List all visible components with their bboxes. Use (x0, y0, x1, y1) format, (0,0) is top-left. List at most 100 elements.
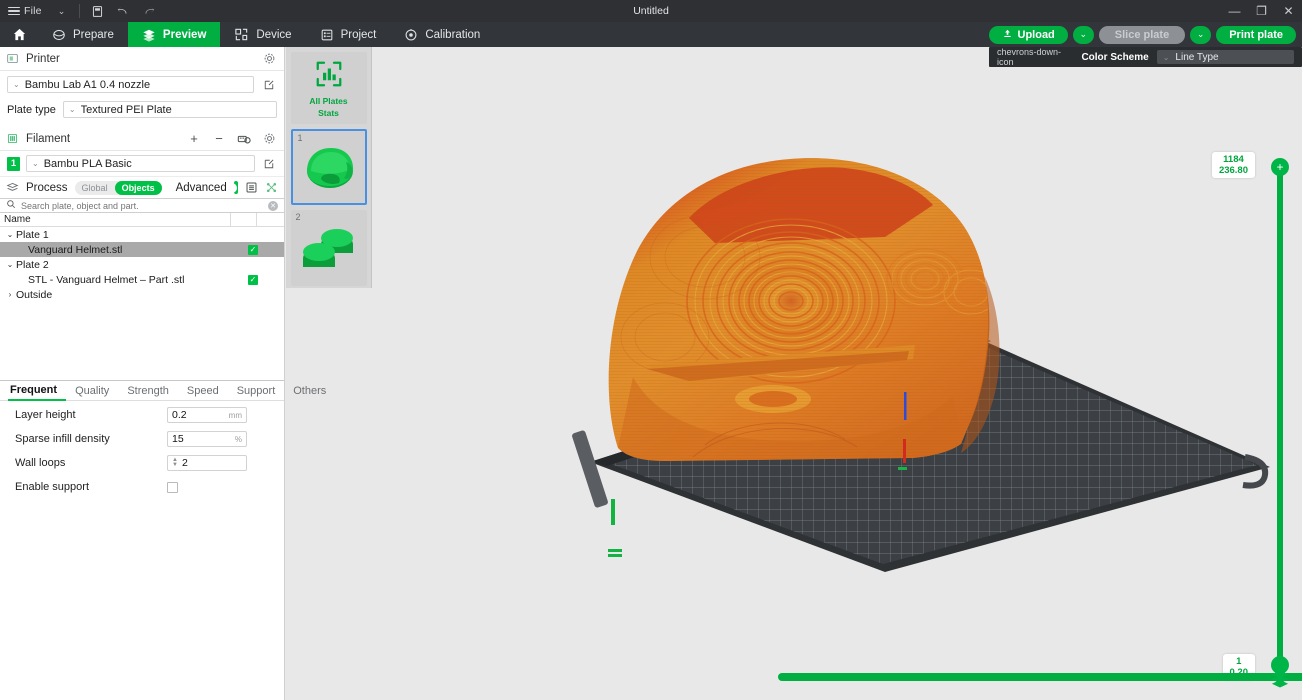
filament-preset-select[interactable]: ⌄ Bambu PLA Basic (26, 155, 255, 172)
main-navigation: Prepare Preview Device Project (0, 22, 1302, 47)
process-scope-toggle[interactable]: Global Objects (75, 181, 162, 195)
printer-edit-icon[interactable] (261, 79, 277, 91)
top-layer-number: 1184 (1219, 154, 1248, 165)
enable-support-checkbox[interactable] (167, 482, 178, 493)
twisty-icon[interactable]: ⌄ (4, 230, 16, 239)
prepare-icon (52, 28, 66, 42)
plate-thumbnail-2[interactable]: 2 (291, 210, 367, 286)
clear-circle-icon[interactable]: ✕ (268, 201, 278, 211)
parts-thumbnail (291, 210, 363, 282)
advanced-toggle[interactable] (234, 181, 238, 194)
plate-type-label: Plate type (7, 104, 56, 116)
slice-dropdown-button[interactable]: ⌄ (1073, 26, 1094, 44)
row-visible-checkbox[interactable]: ✓ (248, 245, 258, 255)
add-filament-button[interactable]: + (185, 130, 203, 148)
tab-preview[interactable]: Preview (128, 22, 220, 47)
ams-sync-icon[interactable] (235, 130, 253, 148)
object-search-row[interactable]: ✕ (0, 198, 284, 213)
chevrons-down-icon[interactable]: chevrons-down-icon (997, 47, 1073, 67)
tab-calibration[interactable]: Calibration (390, 22, 494, 47)
plate-type-value: Textured PEI Plate (81, 104, 172, 116)
tab-prepare[interactable]: Prepare (38, 22, 128, 47)
twisty-icon[interactable]: ⌄ (4, 260, 16, 269)
new-document-icon[interactable] (84, 0, 110, 22)
tab-device-label: Device (256, 29, 291, 41)
all-plates-stats-button[interactable]: All Plates Stats (291, 52, 367, 124)
filament-slot-number[interactable]: 1 (7, 157, 20, 171)
plate-origin-marker (608, 499, 622, 557)
search-input[interactable] (21, 201, 263, 211)
plate-thumbnail-1[interactable]: 1 (291, 129, 367, 205)
parameter-tabs: Frequent Quality Strength Speed Support … (0, 381, 284, 401)
move-slider[interactable]: 97 (778, 671, 1302, 683)
remove-filament-button[interactable]: − (210, 130, 228, 148)
chevron-down-icon: ⌄ (1163, 53, 1170, 62)
tab-quality[interactable]: Quality (66, 381, 118, 401)
home-button[interactable] (0, 22, 38, 47)
print-dropdown-button[interactable]: ⌄ (1190, 26, 1211, 44)
scope-global-option[interactable]: Global (75, 181, 115, 195)
plate-type-select[interactable]: ⌄ Textured PEI Plate (63, 101, 277, 118)
tab-strength[interactable]: Strength (118, 381, 178, 401)
undo-icon[interactable] (110, 0, 136, 22)
tab-support[interactable]: Support (228, 381, 285, 401)
plate-list: All Plates Stats 1 2 (286, 47, 372, 288)
window-title: Untitled (0, 0, 1302, 22)
chevron-down-icon[interactable]: ⌄ (48, 6, 76, 17)
printer-settings-gear-icon[interactable] (260, 50, 278, 68)
stats-chart-icon (314, 59, 344, 94)
table-row[interactable]: Vanguard Helmet.stl ✓ (0, 242, 284, 257)
project-icon (320, 28, 334, 42)
table-row[interactable]: STL - Vanguard Helmet – Part .stl ✓ (0, 272, 284, 287)
sparse-infill-input[interactable]: 15 % (167, 431, 247, 447)
3d-viewport[interactable]: chevrons-down-icon Color Scheme ⌄ Line T… (285, 47, 1302, 700)
tab-project[interactable]: Project (306, 22, 391, 47)
tab-device[interactable]: Device (220, 22, 305, 47)
move-slider-track[interactable] (778, 673, 1302, 681)
row-label: Vanguard Helmet.stl (16, 244, 248, 256)
param-wall-loops-label: Wall loops (15, 457, 167, 469)
layer-slider[interactable]: 1184 236.80 + 1 0.20 (1275, 172, 1285, 662)
sliced-model-scene (285, 47, 1302, 700)
column-header-visible (256, 213, 284, 227)
layers-toggle-button[interactable] (1267, 665, 1293, 691)
param-enable-support-label: Enable support (15, 481, 167, 493)
scope-objects-option[interactable]: Objects (115, 181, 162, 195)
param-layer-height-label: Layer height (15, 409, 167, 421)
table-row[interactable]: › Outside (0, 287, 284, 302)
color-scheme-select[interactable]: ⌄ Line Type (1157, 50, 1294, 64)
action-buttons: Upload ⌄ Slice plate ⌄ Print plate (989, 22, 1297, 47)
layer-slider-top-handle[interactable]: + (1271, 158, 1289, 176)
table-row[interactable]: ⌄ Plate 2 (0, 257, 284, 272)
toolbar-divider (79, 4, 80, 18)
param-wall-loops: Wall loops ▲▼ 2 (0, 453, 284, 473)
row-visible-checkbox[interactable]: ✓ (248, 275, 258, 285)
tab-frequent[interactable]: Frequent (8, 381, 66, 401)
filament-settings-gear-icon[interactable] (260, 130, 278, 148)
filament-edit-icon[interactable] (261, 158, 277, 170)
tab-project-label: Project (341, 29, 377, 41)
stepper-arrows-icon[interactable]: ▲▼ (172, 458, 178, 468)
tab-speed[interactable]: Speed (178, 381, 228, 401)
close-button[interactable]: ✕ (1275, 0, 1302, 22)
layer-height-input[interactable]: 0.2 mm (167, 407, 247, 423)
print-plate-button[interactable]: Print plate (1216, 26, 1296, 44)
redo-icon[interactable] (136, 0, 162, 22)
twisty-icon[interactable]: › (4, 290, 16, 299)
table-row[interactable]: ⌄ Plate 1 (0, 227, 284, 242)
upload-button[interactable]: Upload (989, 26, 1068, 44)
all-plates-label-line1: All Plates (309, 96, 347, 106)
compare-icon[interactable] (265, 179, 278, 197)
tab-others[interactable]: Others (284, 381, 335, 401)
tab-preview-label: Preview (163, 29, 206, 41)
list-view-icon[interactable] (245, 179, 258, 197)
color-scheme-panel[interactable]: chevrons-down-icon Color Scheme ⌄ Line T… (989, 47, 1302, 67)
color-scheme-label: Color Scheme (1081, 52, 1148, 63)
file-menu-button[interactable]: File (0, 0, 48, 22)
wall-loops-stepper[interactable]: ▲▼ 2 (167, 455, 247, 471)
restore-button[interactable]: ❐ (1248, 0, 1275, 22)
printer-preset-select[interactable]: ⌄ Bambu Lab A1 0.4 nozzle (7, 76, 254, 93)
minimize-button[interactable]: — (1221, 0, 1248, 22)
layer-slider-track[interactable] (1277, 172, 1283, 662)
param-layer-height: Layer height 0.2 mm (0, 405, 284, 425)
